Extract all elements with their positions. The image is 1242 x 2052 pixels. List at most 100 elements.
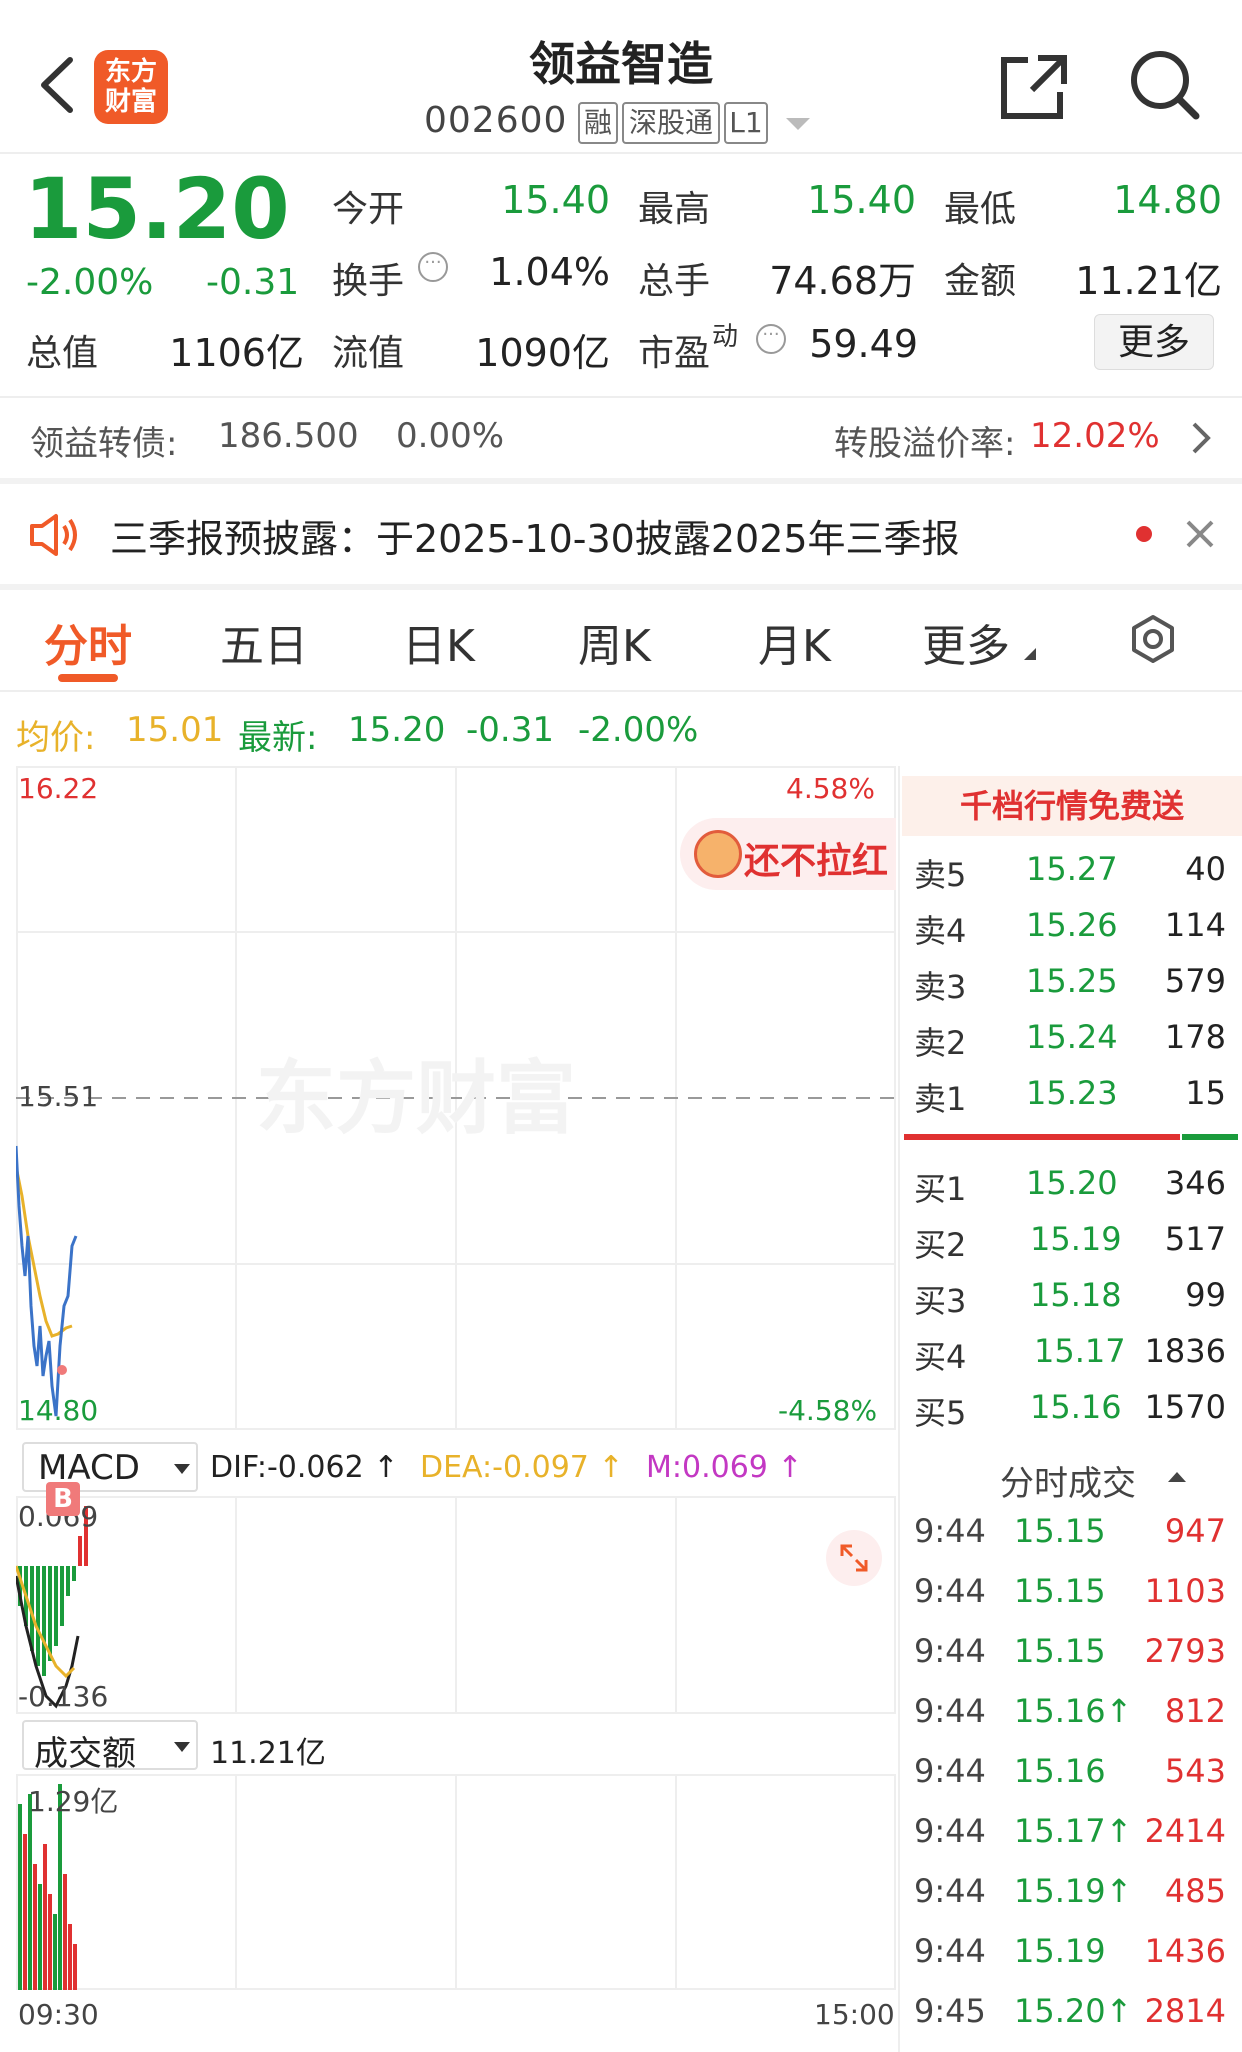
trade-price: 15.15 (1014, 1512, 1106, 1550)
bid1-price: 15.20 (1026, 1164, 1118, 1202)
expand-icon (840, 1544, 868, 1572)
volume-name: 成交额 (34, 1734, 136, 1774)
intraday-chart[interactable]: 东方财富 16.22 15.51 14.80 4.58% -4.58% 还不拉红 (14, 766, 896, 1430)
trade-qty: 1103 (1144, 1572, 1226, 1610)
speaker-icon (30, 514, 77, 556)
market-cap-label: 总值 (26, 333, 99, 374)
bid2-price: 15.19 (1030, 1220, 1122, 1258)
tab-intraday[interactable]: 分时 (44, 610, 132, 674)
volume-selector[interactable]: 成交额 (22, 1720, 198, 1774)
tab-daily-k[interactable]: 日K (402, 610, 475, 674)
premium-value: 12.02% (1030, 416, 1160, 456)
settings-button[interactable] (1128, 614, 1178, 664)
turnover-info-icon[interactable]: ··· (418, 252, 448, 282)
trade-qty: 947 (1164, 1512, 1226, 1550)
volume-value: 74.68万 (769, 259, 916, 303)
ask3-qty: 579 (1164, 962, 1226, 1000)
trades-header[interactable]: 分时成交 (902, 1450, 1242, 1504)
ask4-qty: 114 (1164, 906, 1226, 944)
tag-shenzhen-connect: 深股通 (622, 102, 720, 144)
gear-icon (1132, 615, 1174, 663)
close-notice-button[interactable] (1180, 514, 1220, 554)
mascot-icon (694, 830, 742, 878)
trade-qty: 2793 (1144, 1632, 1226, 1670)
macd-chart-svg (14, 1496, 896, 1714)
search-button[interactable] (1128, 48, 1202, 122)
turnover-label: 换手 (332, 261, 405, 302)
notice-unread-dot (1136, 526, 1152, 542)
tags-dropdown-icon[interactable] (786, 118, 810, 130)
latest-label: 最新: (238, 718, 318, 758)
pe-info-icon[interactable]: ··· (756, 324, 786, 354)
latest-pct: -2.00% (578, 710, 699, 750)
market-cap-value: 1106亿 (169, 331, 304, 375)
tab-weekly-k[interactable]: 周K (578, 610, 651, 674)
trade-price: 15.15 (1014, 1572, 1106, 1610)
macd-bot-label: -0.136 (18, 1680, 109, 1713)
tab-more-caret-icon (1024, 648, 1036, 660)
notice-bar[interactable]: 三季报预披露：于2025-10-30披露2025年三季报 (0, 484, 1242, 584)
bid-ask-ratio-bar (904, 1134, 1238, 1140)
float-cap-value: 1090亿 (475, 331, 610, 375)
last-price: 15.20 (24, 160, 290, 258)
tab-five-day[interactable]: 五日 (220, 610, 308, 674)
volume-chart-svg (16, 1774, 896, 1990)
open-label: 今开 (332, 189, 405, 230)
ask5-price: 15.27 (1026, 850, 1118, 888)
latest-change: -0.31 (466, 710, 554, 750)
orderbook-banner[interactable]: 千档行情免费送 (902, 776, 1242, 836)
volume-dropdown-icon (174, 1742, 190, 1752)
avg-value: 15.01 (126, 710, 224, 750)
tag-level1: L1 (724, 102, 768, 144)
expand-button[interactable] (826, 1530, 882, 1586)
trade-qty: 2814 (1144, 1992, 1226, 2030)
trade-time: 9:44 (914, 1692, 986, 1730)
tab-more[interactable]: 更多 (922, 610, 1010, 674)
bid4-label: 买4 (914, 1338, 967, 1376)
turnover-value: 1.04% (489, 250, 610, 294)
pe-label: 市盈 (638, 333, 711, 374)
buy-marker: B (46, 1482, 80, 1516)
bid4-qty: 1836 (1144, 1332, 1226, 1370)
high-value: 15.40 (807, 178, 916, 222)
trade-time: 9:44 (914, 1752, 986, 1790)
pct-bot-label: -4.58% (778, 1394, 878, 1427)
current-point (57, 1365, 67, 1375)
bond-label: 领益转债: (30, 424, 178, 464)
trade-price: 15.15 (1014, 1632, 1106, 1670)
stock-code: 002600 (424, 100, 568, 141)
amount-value: 11.21亿 (1075, 259, 1222, 303)
notice-text: 三季报预披露：于2025-10-30披露2025年三季报 (110, 517, 960, 561)
ask4-label: 卖4 (914, 912, 967, 950)
trade-qty: 543 (1164, 1752, 1226, 1790)
y-top-label: 16.22 (18, 772, 99, 805)
volume-chart[interactable]: 1.29亿 (16, 1774, 896, 1990)
active-tab-indicator (58, 674, 118, 682)
change-value: -0.31 (206, 262, 300, 303)
trade-qty: 2414 (1144, 1812, 1226, 1850)
macd-chart[interactable]: 0.069 -0.136 B (14, 1482, 896, 1714)
promo-bubble[interactable]: 还不拉红 (680, 818, 896, 890)
latest-value: 15.20 (348, 710, 446, 750)
bid5-label: 买5 (914, 1394, 967, 1432)
ask1-price: 15.23 (1026, 1074, 1118, 1112)
bid1-label: 买1 (914, 1170, 967, 1208)
ask1-label: 卖1 (914, 1080, 967, 1118)
low-value: 14.80 (1113, 178, 1222, 222)
trade-time: 9:44 (914, 1932, 986, 1970)
bond-row[interactable]: 领益转债: 186.500 0.00% 转股溢价率: 12.02% (0, 398, 1242, 478)
more-button[interactable]: 更多 (1094, 314, 1214, 370)
ask3-label: 卖3 (914, 968, 967, 1006)
bid1-qty: 346 (1164, 1164, 1226, 1202)
promo-text: 还不拉红 (744, 841, 889, 882)
chevron-right-icon (1192, 422, 1211, 454)
bid3-qty: 99 (1185, 1276, 1226, 1314)
avg-label: 均价: (16, 718, 96, 758)
tab-monthly-k[interactable]: 月K (758, 610, 831, 674)
trade-qty: 812 (1164, 1692, 1226, 1730)
chart-watermark: 东方财富 (256, 1052, 576, 1145)
pe-value: 59.49 (809, 322, 918, 366)
premium-label: 转股溢价率: (834, 424, 1016, 464)
share-button[interactable] (998, 50, 1070, 122)
macd-dea: DEA:-0.097 ↑ (420, 1450, 624, 1485)
